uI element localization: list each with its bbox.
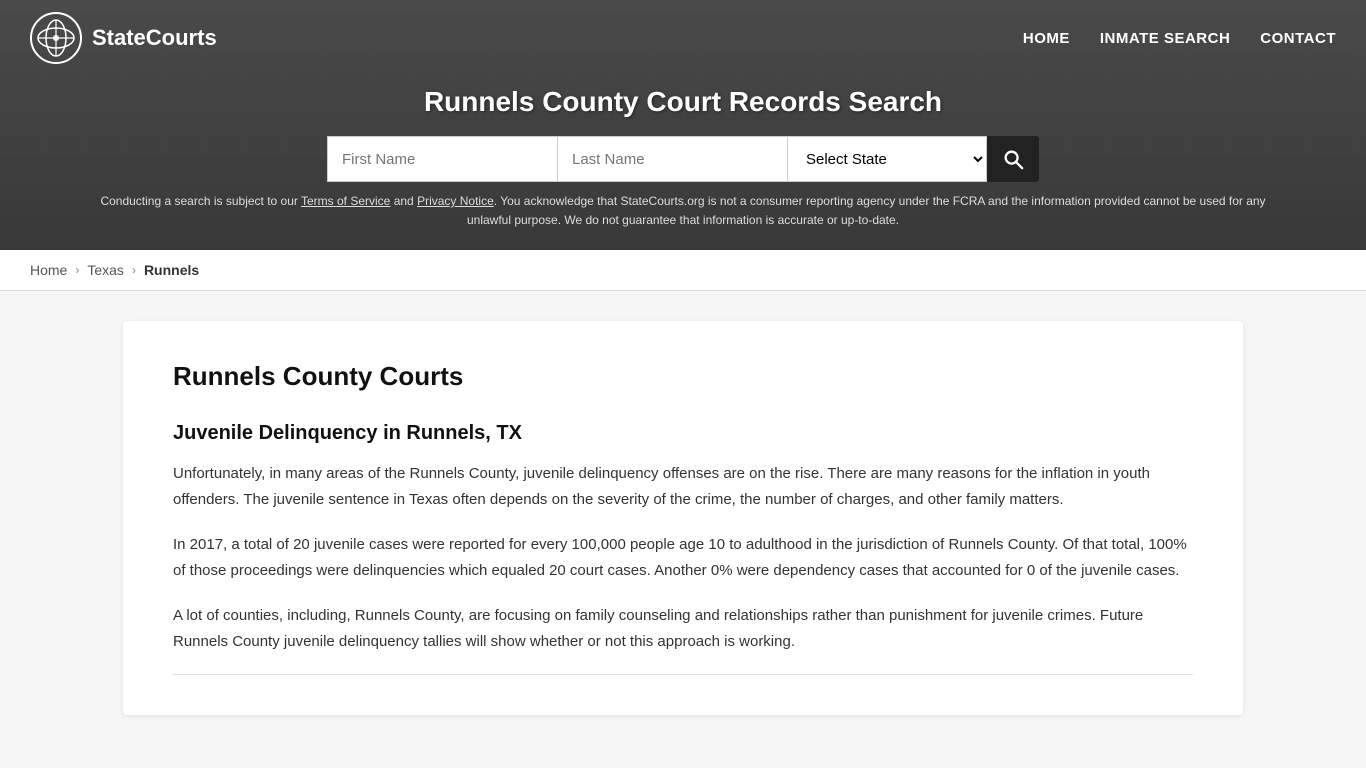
- logo-link[interactable]: StateCourts: [30, 12, 217, 64]
- main-wrapper: Runnels County Courts Juvenile Delinquen…: [93, 321, 1273, 715]
- page-title: Runnels County Court Records Search: [20, 86, 1346, 118]
- disclaimer-text2: and: [390, 194, 417, 208]
- content-card: Runnels County Courts Juvenile Delinquen…: [123, 321, 1243, 715]
- nav-contact[interactable]: CONTACT: [1260, 30, 1336, 47]
- privacy-link[interactable]: Privacy Notice: [417, 194, 494, 208]
- state-select[interactable]: Select State AlabamaAlaskaArizona Arkans…: [787, 136, 987, 182]
- section1-para2: In 2017, a total of 20 juvenile cases we…: [173, 532, 1193, 583]
- breadcrumb-home[interactable]: Home: [30, 262, 67, 278]
- first-name-input[interactable]: [327, 136, 557, 182]
- breadcrumb-state[interactable]: Texas: [87, 262, 124, 278]
- breadcrumb-sep-1: ›: [75, 263, 79, 277]
- disclaimer-text3: . You acknowledge that StateCourts.org i…: [467, 194, 1266, 227]
- header-content: Runnels County Court Records Search Sele…: [0, 76, 1366, 250]
- breadcrumb-county: Runnels: [144, 262, 199, 278]
- breadcrumb: Home › Texas › Runnels: [0, 250, 1366, 291]
- nav-links: HOME INMATE SEARCH CONTACT: [1023, 30, 1336, 47]
- disclaimer-text1: Conducting a search is subject to our: [100, 194, 301, 208]
- main-heading: Runnels County Courts: [173, 361, 1193, 392]
- disclaimer: Conducting a search is subject to our Te…: [20, 182, 1346, 230]
- breadcrumb-sep-2: ›: [132, 263, 136, 277]
- logo-icon: [30, 12, 82, 64]
- search-form: Select State AlabamaAlaskaArizona Arkans…: [283, 136, 1083, 182]
- search-button[interactable]: [987, 136, 1039, 182]
- section1-para3: A lot of counties, including, Runnels Co…: [173, 603, 1193, 654]
- content-divider: [173, 674, 1193, 675]
- section1-para1: Unfortunately, in many areas of the Runn…: [173, 461, 1193, 512]
- section1-heading: Juvenile Delinquency in Runnels, TX: [173, 422, 1193, 445]
- logo-text: StateCourts: [92, 25, 217, 51]
- terms-link[interactable]: Terms of Service: [301, 194, 390, 208]
- site-header: StateCourts HOME INMATE SEARCH CONTACT R…: [0, 0, 1366, 250]
- search-icon: [1002, 148, 1024, 170]
- navigation: StateCourts HOME INMATE SEARCH CONTACT: [0, 0, 1366, 76]
- nav-inmate-search[interactable]: INMATE SEARCH: [1100, 30, 1230, 47]
- nav-home[interactable]: HOME: [1023, 30, 1070, 47]
- last-name-input[interactable]: [557, 136, 787, 182]
